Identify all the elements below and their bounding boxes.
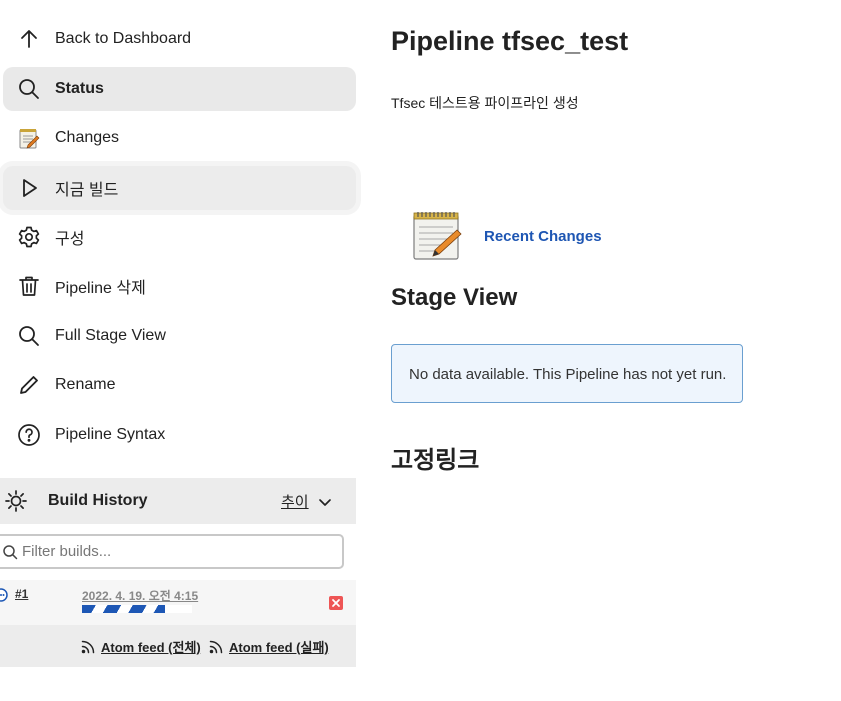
notepad-icon — [411, 210, 463, 260]
sidebar-item-label: Pipeline 삭제 — [55, 280, 146, 297]
build-history-icon — [4, 489, 28, 513]
sidebar-item-status[interactable]: Status — [3, 67, 356, 111]
sidebar-item-build-now[interactable]: 지금 빌드 — [3, 166, 356, 210]
sidebar-item-pipeline-syntax[interactable]: Pipeline Syntax — [3, 413, 356, 457]
recent-changes-link[interactable]: Recent Changes — [484, 228, 602, 245]
search-icon — [17, 77, 41, 101]
build-in-progress-icon — [0, 587, 11, 603]
atom-feed-failed-label: Atom feed (실패) — [229, 640, 329, 655]
build-history-title: Build History — [48, 492, 148, 509]
stage-view-empty-message: No data available. This Pipeline has not… — [391, 344, 743, 403]
atom-feed-all-link[interactable]: Atom feed (전체) — [81, 637, 201, 656]
rss-icon — [81, 640, 95, 654]
sidebar-item-full-stage-view[interactable]: Full Stage View — [3, 314, 356, 358]
pencil-icon — [17, 373, 41, 397]
filter-builds-input[interactable] — [20, 542, 324, 561]
sidebar-item-label: Status — [55, 80, 104, 97]
build-date-link[interactable]: 2022. 4. 19. 오전 4:15 — [82, 587, 198, 604]
build-number-link[interactable]: #1 — [15, 587, 28, 601]
build-row: #1 2022. 4. 19. 오전 4:15 — [0, 580, 356, 625]
sidebar-item-label: Changes — [55, 129, 120, 146]
play-icon — [17, 176, 41, 200]
build-progress-bar — [82, 605, 192, 613]
search-icon — [2, 544, 18, 560]
sidebar-item-label: 지금 빌드 — [55, 182, 119, 199]
build-history-header: Build History 추이 — [0, 478, 356, 524]
sidebar-item-label: Full Stage View — [55, 327, 166, 344]
stage-view-title: Stage View — [391, 284, 518, 311]
trash-icon — [17, 274, 41, 298]
pipeline-description: Tfsec 테스트용 파이프라인 생성 — [391, 95, 579, 111]
abort-build-icon[interactable] — [329, 596, 343, 610]
notepad-icon — [17, 126, 41, 150]
sidebar-item-changes[interactable]: Changes — [3, 116, 356, 160]
sidebar-item-label: 구성 — [55, 231, 85, 248]
help-icon — [17, 423, 41, 447]
page-title: Pipeline tfsec_test — [391, 26, 629, 56]
trend-link[interactable]: 추이 — [281, 491, 309, 512]
atom-feeds: Atom feed (전체) Atom feed (실패) — [0, 625, 356, 667]
filter-builds-field — [0, 534, 344, 569]
arrow-up-icon — [17, 27, 41, 51]
sidebar-item-configure[interactable]: 구성 — [3, 215, 356, 259]
rss-icon — [209, 640, 223, 654]
sidebar-item-rename[interactable]: Rename — [3, 363, 356, 407]
sidebar-item-label: Pipeline Syntax — [55, 426, 166, 443]
permalinks-title: 고정링크 — [391, 447, 480, 474]
sidebar-item-delete-pipeline[interactable]: Pipeline 삭제 — [3, 264, 356, 308]
atom-feed-failed-link[interactable]: Atom feed (실패) — [209, 637, 329, 656]
atom-feed-all-label: Atom feed (전체) — [101, 640, 201, 655]
gear-icon — [17, 225, 41, 249]
sidebar-item-label: Back to Dashboard — [55, 30, 192, 47]
sidebar-item-label: Rename — [55, 376, 116, 393]
chevron-down-icon[interactable] — [317, 494, 333, 510]
search-icon — [17, 324, 41, 348]
sidebar-item-back-to-dashboard[interactable]: Back to Dashboard — [3, 17, 356, 61]
